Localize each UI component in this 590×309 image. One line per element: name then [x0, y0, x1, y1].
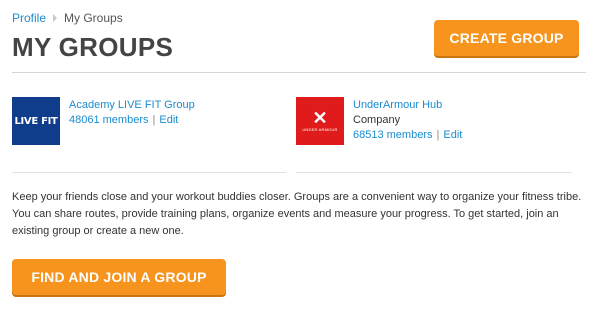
group-name-link[interactable]: UnderArmour Hub [353, 98, 462, 113]
underarmour-logo-text: UNDER ARMOUR [302, 127, 338, 132]
members-link[interactable]: 68513 members [353, 129, 433, 141]
edit-link[interactable]: Edit [443, 129, 462, 141]
group-info: Academy LIVE FIT Group 48061 members | Edi… [69, 98, 195, 145]
group-name-link[interactable]: Academy LIVE FIT Group [69, 98, 195, 113]
group-meta: 48061 members | Edit [69, 113, 195, 128]
create-group-button[interactable]: CREATE GROUP [434, 20, 579, 56]
group-meta: 68513 members | Edit [353, 128, 462, 143]
group-card-underarmour: ✕ UNDER ARMOUR UnderArmour Hub Company 6… [296, 97, 462, 145]
group-divider-right [296, 172, 572, 173]
page-title: MY GROUPS [12, 32, 174, 62]
group-info: UnderArmour Hub Company 68513 members | Ed… [353, 98, 462, 145]
breadcrumb-profile-link[interactable]: Profile [12, 11, 46, 25]
meta-separator: | [152, 114, 156, 126]
breadcrumb-current: My Groups [64, 11, 123, 25]
breadcrumb-separator-icon [53, 14, 58, 22]
breadcrumb: Profile My Groups [12, 11, 123, 25]
meta-separator: | [436, 129, 440, 141]
groups-description: Keep your friends close and your workout… [12, 191, 582, 237]
underarmour-logo[interactable]: ✕ UNDER ARMOUR [296, 97, 344, 145]
find-and-join-group-button[interactable]: FIND AND JOIN A GROUP [12, 259, 226, 295]
title-divider [12, 72, 586, 73]
underarmour-mark-icon: ✕ [312, 108, 328, 128]
group-card-livefit: LIVE FIT Academy LIVE FIT Group 48061 me… [12, 97, 195, 145]
livefit-logo-text: LIVE FIT [14, 115, 58, 127]
members-link[interactable]: 48061 members [69, 114, 149, 126]
group-divider-left [12, 172, 286, 173]
group-subtitle: Company [353, 114, 401, 126]
livefit-logo[interactable]: LIVE FIT [12, 97, 60, 145]
edit-link[interactable]: Edit [159, 114, 178, 126]
